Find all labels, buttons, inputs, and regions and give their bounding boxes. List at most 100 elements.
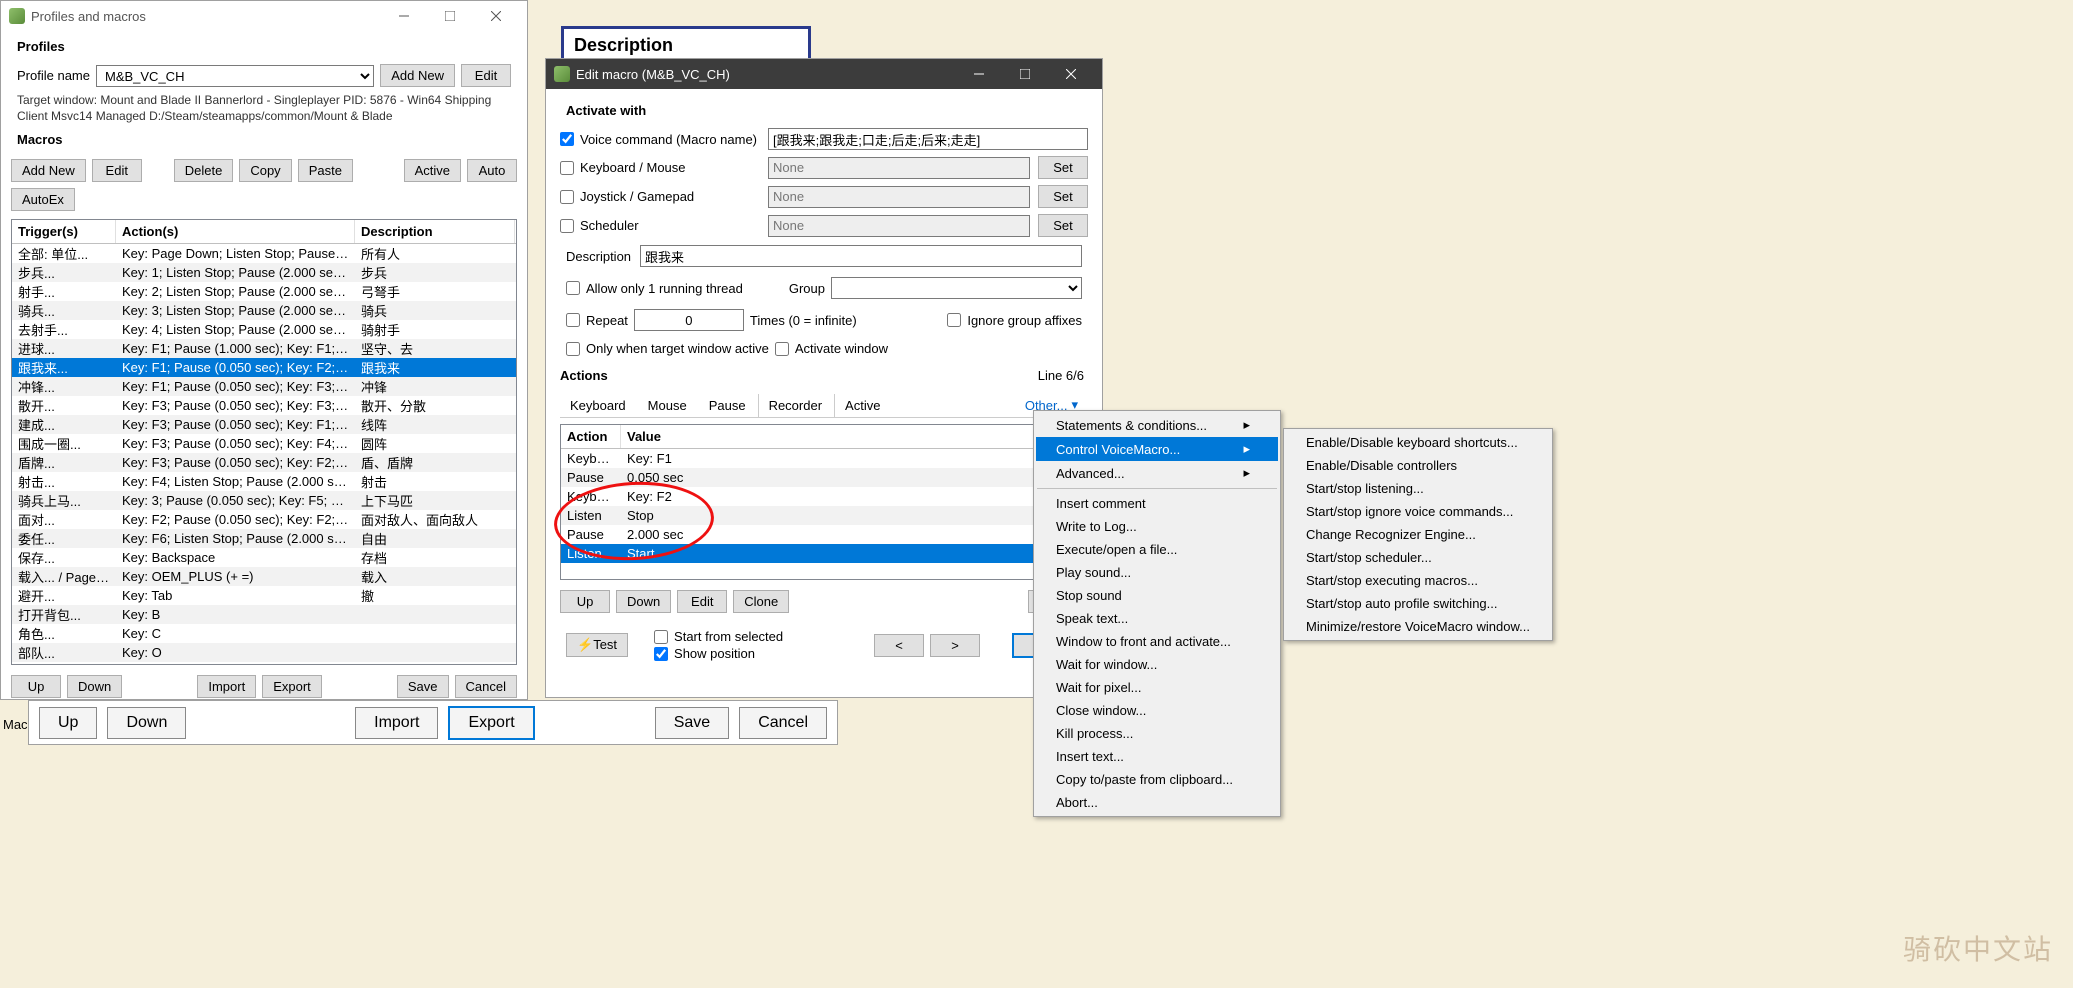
table-row[interactable]: 步兵...Key: 1; Listen Stop; Pause (2.000 s… xyxy=(12,263,516,282)
macros-copy-button[interactable]: Copy xyxy=(239,159,291,182)
menu-item[interactable]: Close window... xyxy=(1036,699,1278,722)
menu-item[interactable]: Stop sound xyxy=(1036,584,1278,607)
menu-item[interactable]: Enable/Disable controllers xyxy=(1286,454,1550,477)
table-row[interactable]: 载入... / Page UpKey: OEM_PLUS (+ =)载入 xyxy=(12,567,516,586)
table-row[interactable]: 全部: 单位...Key: Page Down; Listen Stop; Pa… xyxy=(12,244,516,263)
table-row[interactable]: 跟我来...Key: F1; Pause (0.050 sec); Key: F… xyxy=(12,358,516,377)
titlebar[interactable]: Profiles and macros xyxy=(1,1,527,31)
table-row[interactable]: 冲锋...Key: F1; Pause (0.050 sec); Key: F3… xyxy=(12,377,516,396)
col-trigger[interactable]: Trigger(s) xyxy=(12,220,116,243)
profile-edit-button[interactable]: Edit xyxy=(461,64,511,87)
menu-item[interactable]: Start/stop scheduler... xyxy=(1286,546,1550,569)
table-row[interactable]: 射击...Key: F4; Listen Stop; Pause (2.000 … xyxy=(12,472,516,491)
menu-item[interactable]: Enable/Disable keyboard shortcuts... xyxy=(1286,431,1550,454)
table-row[interactable]: 骑兵...Key: 3; Listen Stop; Pause (2.000 s… xyxy=(12,301,516,320)
menu-item[interactable]: Statements & conditions...▸ xyxy=(1036,413,1278,437)
joystick-input[interactable] xyxy=(768,186,1030,208)
menu-item[interactable]: Speak text... xyxy=(1036,607,1278,630)
action-edit-button[interactable]: Edit xyxy=(677,590,727,613)
activate-window-checkbox[interactable] xyxy=(775,342,789,356)
menu-item[interactable]: Start/stop listening... xyxy=(1286,477,1550,500)
save-button[interactable]: Save xyxy=(397,675,449,698)
menu-item[interactable]: Execute/open a file... xyxy=(1036,538,1278,561)
ignore-affixes-checkbox[interactable] xyxy=(947,313,961,327)
menu-item[interactable]: Window to front and activate... xyxy=(1036,630,1278,653)
tab-keyboard[interactable]: Keyboard xyxy=(560,394,636,417)
menu-item[interactable]: Control VoiceMacro...▸ xyxy=(1036,437,1278,461)
table-row[interactable]: 散开...Key: F3; Pause (0.050 sec); Key: F3… xyxy=(12,396,516,415)
menu-item[interactable]: Minimize/restore VoiceMacro window... xyxy=(1286,615,1550,638)
control-voicemacro-submenu[interactable]: Enable/Disable keyboard shortcuts...Enab… xyxy=(1283,428,1553,641)
macros-paste-button[interactable]: Paste xyxy=(298,159,353,182)
table-row[interactable]: KeyboardKey: F1 xyxy=(561,449,1087,468)
table-row[interactable]: KeyboardKey: F2 xyxy=(561,487,1087,506)
table-row[interactable]: 射手...Key: 2; Listen Stop; Pause (2.000 s… xyxy=(12,282,516,301)
macros-auto-button[interactable]: Auto xyxy=(467,159,517,182)
forward-button[interactable]: > xyxy=(930,634,980,657)
strip-down[interactable]: Down xyxy=(107,707,186,739)
table-row[interactable]: 骑兵上马...Key: 3; Pause (0.050 sec); Key: F… xyxy=(12,491,516,510)
menu-item[interactable]: Insert comment xyxy=(1036,492,1278,515)
menu-item[interactable]: Write to Log... xyxy=(1036,515,1278,538)
keyboard-checkbox[interactable] xyxy=(560,161,574,175)
macros-active-button[interactable]: Active xyxy=(404,159,461,182)
menu-item[interactable]: Wait for window... xyxy=(1036,653,1278,676)
strip-cancel[interactable]: Cancel xyxy=(739,707,827,739)
table-row[interactable]: Pause0.050 sec xyxy=(561,468,1087,487)
close-button[interactable] xyxy=(1048,59,1094,89)
other-menu[interactable]: Statements & conditions...▸Control Voice… xyxy=(1033,410,1281,817)
menu-item[interactable]: Start/stop auto profile switching... xyxy=(1286,592,1550,615)
table-row[interactable]: 围成一圈...Key: F3; Pause (0.050 sec); Key: … xyxy=(12,434,516,453)
table-row[interactable]: 避开...Key: Tab撤 xyxy=(12,586,516,605)
strip-up[interactable]: Up xyxy=(39,707,97,739)
macros-autoex-button[interactable]: AutoEx xyxy=(11,188,75,211)
cancel-button[interactable]: Cancel xyxy=(455,675,517,698)
macros-delete-button[interactable]: Delete xyxy=(174,159,234,182)
table-row[interactable]: 保存...Key: Backspace存档 xyxy=(12,548,516,567)
menu-item[interactable]: Start/stop ignore voice commands... xyxy=(1286,500,1550,523)
menu-item[interactable]: Start/stop executing macros... xyxy=(1286,569,1550,592)
macros-edit-button[interactable]: Edit xyxy=(92,159,142,182)
tab-active[interactable]: Active xyxy=(834,394,890,417)
table-row[interactable]: 部队...Key: O xyxy=(12,643,516,662)
col-description[interactable]: Description xyxy=(355,220,515,243)
tab-recorder[interactable]: Recorder xyxy=(758,394,832,417)
col-action[interactable]: Action xyxy=(561,425,621,448)
menu-item[interactable]: Kill process... xyxy=(1036,722,1278,745)
col-actions[interactable]: Action(s) xyxy=(116,220,355,243)
import-button[interactable]: Import xyxy=(197,675,256,698)
voice-input[interactable] xyxy=(768,128,1088,150)
minimize-button[interactable] xyxy=(381,1,427,31)
strip-import[interactable]: Import xyxy=(355,707,438,739)
profile-addnew-button[interactable]: Add New xyxy=(380,64,455,87)
menu-item[interactable]: Wait for pixel... xyxy=(1036,676,1278,699)
table-row[interactable]: ListenStop xyxy=(561,506,1087,525)
table-row[interactable]: 委任...Key: F6; Listen Stop; Pause (2.000 … xyxy=(12,529,516,548)
menu-item[interactable]: Insert text... xyxy=(1036,745,1278,768)
allowone-checkbox[interactable] xyxy=(566,281,580,295)
keyboard-set-button[interactable]: Set xyxy=(1038,156,1088,179)
macros-addnew-button[interactable]: Add New xyxy=(11,159,86,182)
menu-item[interactable]: Advanced...▸ xyxy=(1036,461,1278,485)
down-button[interactable]: Down xyxy=(67,675,122,698)
repeat-checkbox[interactable] xyxy=(566,313,580,327)
action-down-button[interactable]: Down xyxy=(616,590,671,613)
up-button[interactable]: Up xyxy=(11,675,61,698)
menu-item[interactable]: Copy to/paste from clipboard... xyxy=(1036,768,1278,791)
table-row[interactable]: 面对...Key: F2; Pause (0.050 sec); Key: F2… xyxy=(12,510,516,529)
group-select[interactable] xyxy=(831,277,1082,299)
strip-export[interactable]: Export xyxy=(448,706,534,740)
maximize-button[interactable] xyxy=(427,1,473,31)
scheduler-checkbox[interactable] xyxy=(560,219,574,233)
strip-save[interactable]: Save xyxy=(655,707,729,739)
titlebar[interactable]: Edit macro (M&B_VC_CH) xyxy=(546,59,1102,89)
table-row[interactable]: 进球...Key: F1; Pause (1.000 sec); Key: F1… xyxy=(12,339,516,358)
maximize-button[interactable] xyxy=(1002,59,1048,89)
minimize-button[interactable] xyxy=(956,59,1002,89)
table-row[interactable]: 建成...Key: F3; Pause (0.050 sec); Key: F1… xyxy=(12,415,516,434)
showpos-checkbox[interactable] xyxy=(654,647,668,661)
startfrom-checkbox[interactable] xyxy=(654,630,668,644)
keyboard-input[interactable] xyxy=(768,157,1030,179)
desc-input[interactable] xyxy=(640,245,1082,267)
menu-item[interactable]: Abort... xyxy=(1036,791,1278,814)
